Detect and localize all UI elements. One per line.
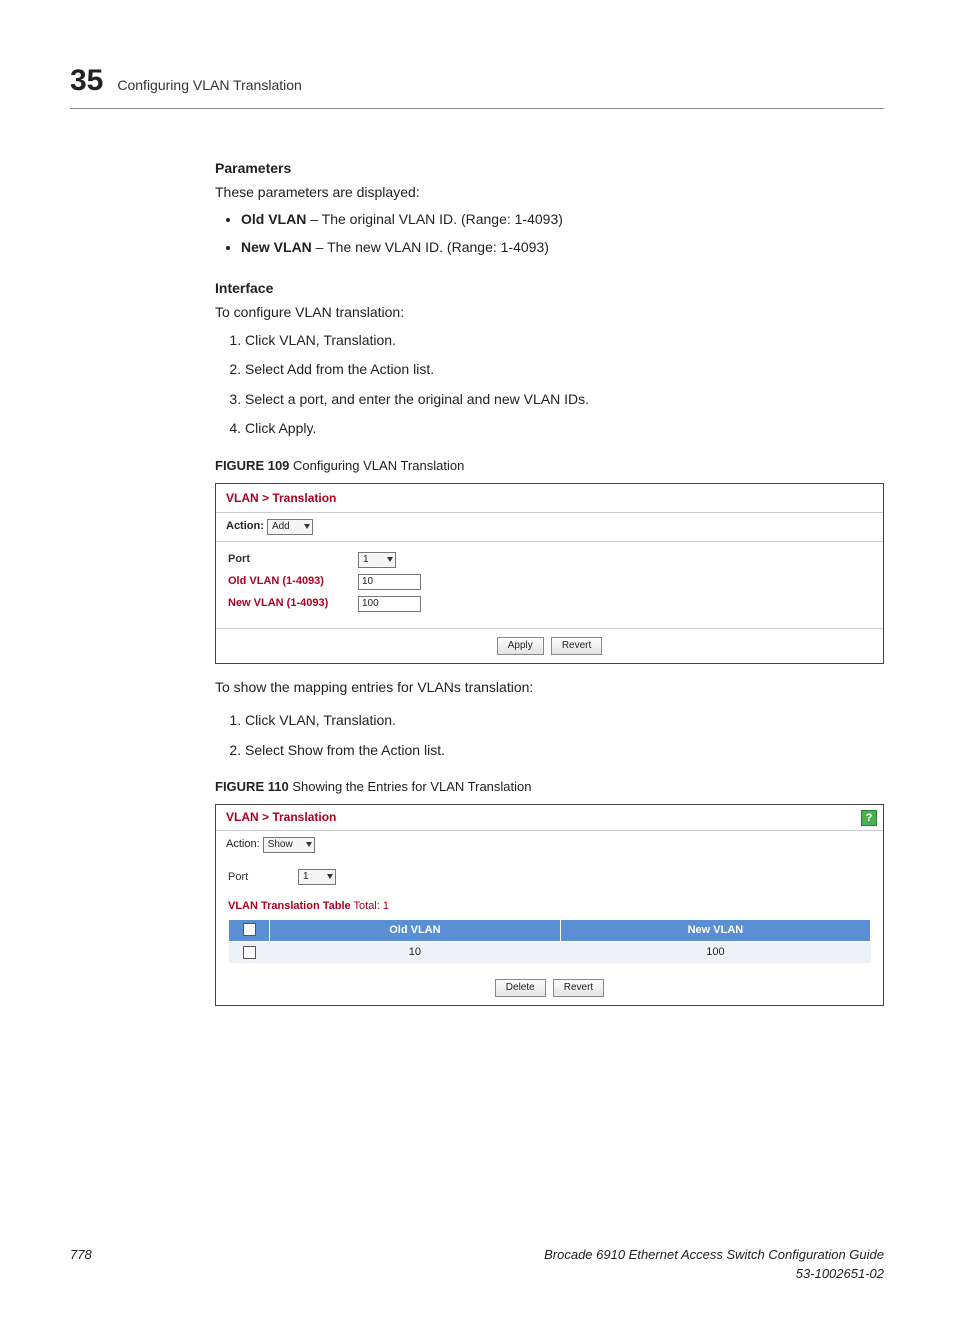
- revert-button[interactable]: Revert: [551, 637, 602, 655]
- figure-title: Showing the Entries for VLAN Translation: [289, 779, 532, 794]
- select-all-header[interactable]: [229, 919, 270, 941]
- fig110-button-row: Delete Revert: [216, 971, 883, 1005]
- param-item: New VLAN – The new VLAN ID. (Range: 1-40…: [241, 238, 884, 258]
- fig110-form: Port 1: [216, 859, 883, 893]
- figure-label: FIGURE 110: [215, 779, 289, 794]
- figure-title: Configuring VLAN Translation: [289, 458, 464, 473]
- chapter-title: Configuring VLAN Translation: [117, 76, 301, 96]
- port-select[interactable]: 1: [358, 552, 396, 568]
- fig109-action-row: Action: Add: [216, 512, 883, 542]
- port-label: Port: [228, 870, 298, 885]
- checkbox-icon[interactable]: [243, 923, 256, 936]
- page-footer: 778 Brocade 6910 Ethernet Access Switch …: [70, 1246, 884, 1282]
- figure-110: VLAN > Translation ? Action: Show Port 1…: [215, 804, 884, 1006]
- doc-number: 53-1002651-02: [796, 1266, 884, 1281]
- guide-title: Brocade 6910 Ethernet Access Switch Conf…: [544, 1247, 884, 1262]
- chapter-number: 35: [70, 60, 103, 102]
- content-area: Parameters These parameters are displaye…: [215, 159, 884, 1006]
- action-select[interactable]: Add: [267, 519, 313, 535]
- old-vlan-input[interactable]: 10: [358, 574, 421, 590]
- footer-right: Brocade 6910 Ethernet Access Switch Conf…: [544, 1246, 884, 1282]
- fig109-button-row: Apply Revert: [216, 628, 883, 663]
- fig110-header-row: VLAN > Translation ?: [216, 805, 883, 830]
- action-label: Action:: [226, 838, 260, 850]
- steps-list-1: Click VLAN, Translation. Select Add from…: [215, 331, 884, 439]
- old-vlan-label: Old VLAN (1-4093): [228, 574, 358, 589]
- fig110-action-row: Action: Show: [216, 830, 883, 859]
- fig109-form: Port 1 Old VLAN (1-4093) 10 New VLAN (1-…: [216, 542, 883, 628]
- step-item: Click VLAN, Translation.: [245, 331, 884, 351]
- breadcrumb: VLAN > Translation: [226, 491, 336, 505]
- parameters-intro: These parameters are displayed:: [215, 183, 884, 203]
- step-item: Click VLAN, Translation.: [245, 711, 884, 731]
- param-desc: – The original VLAN ID. (Range: 1-4093): [306, 211, 563, 227]
- delete-button[interactable]: Delete: [495, 979, 546, 997]
- param-term: New VLAN: [241, 239, 312, 255]
- parameters-list: Old VLAN – The original VLAN ID. (Range:…: [215, 210, 884, 257]
- old-vlan-column-header: Old VLAN: [270, 919, 561, 941]
- table-row: 10 100: [229, 942, 871, 964]
- table-header-row: Old VLAN New VLAN: [229, 919, 871, 941]
- param-item: Old VLAN – The original VLAN ID. (Range:…: [241, 210, 884, 230]
- step-item: Select Add from the Action list.: [245, 360, 884, 380]
- row-checkbox-cell[interactable]: [229, 942, 270, 964]
- figure-label: FIGURE 109: [215, 458, 289, 473]
- breadcrumb: VLAN > Translation: [226, 809, 336, 826]
- param-desc: – The new VLAN ID. (Range: 1-4093): [312, 239, 549, 255]
- total-label: Total:: [351, 900, 383, 912]
- port-select[interactable]: 1: [298, 869, 336, 885]
- interface-intro: To configure VLAN translation:: [215, 303, 884, 323]
- step-item: Click Apply.: [245, 419, 884, 439]
- help-icon[interactable]: ?: [861, 810, 877, 826]
- action-select[interactable]: Show: [263, 837, 315, 853]
- page-number: 778: [70, 1246, 92, 1282]
- param-term: Old VLAN: [241, 211, 306, 227]
- action-label: Action:: [226, 520, 264, 532]
- step-item: Select Show from the Action list.: [245, 741, 884, 761]
- interface-heading: Interface: [215, 279, 884, 299]
- checkbox-icon[interactable]: [243, 946, 256, 959]
- apply-button[interactable]: Apply: [497, 637, 544, 655]
- table-title: VLAN Translation Table: [228, 900, 351, 912]
- new-vlan-cell: 100: [560, 942, 870, 964]
- port-label: Port: [228, 552, 358, 567]
- between-text: To show the mapping entries for VLANs tr…: [215, 678, 884, 698]
- fig109-breadcrumb-row: VLAN > Translation: [216, 484, 883, 511]
- total-value: 1: [383, 900, 389, 912]
- new-vlan-input[interactable]: 100: [358, 596, 421, 612]
- step-item: Select a port, and enter the original an…: [245, 390, 884, 410]
- steps-list-2: Click VLAN, Translation. Select Show fro…: [215, 711, 884, 760]
- parameters-heading: Parameters: [215, 159, 884, 179]
- vlan-translation-table: Old VLAN New VLAN 10 100: [228, 919, 871, 964]
- new-vlan-column-header: New VLAN: [560, 919, 870, 941]
- table-caption: VLAN Translation Table Total: 1: [216, 893, 883, 918]
- figure-109-caption: FIGURE 109 Configuring VLAN Translation: [215, 457, 884, 475]
- page-header: 35 Configuring VLAN Translation: [70, 60, 884, 109]
- figure-110-caption: FIGURE 110 Showing the Entries for VLAN …: [215, 778, 884, 796]
- new-vlan-label: New VLAN (1-4093): [228, 596, 358, 611]
- figure-109: VLAN > Translation Action: Add Port 1 Ol…: [215, 483, 884, 663]
- revert-button[interactable]: Revert: [553, 979, 604, 997]
- old-vlan-cell: 10: [270, 942, 561, 964]
